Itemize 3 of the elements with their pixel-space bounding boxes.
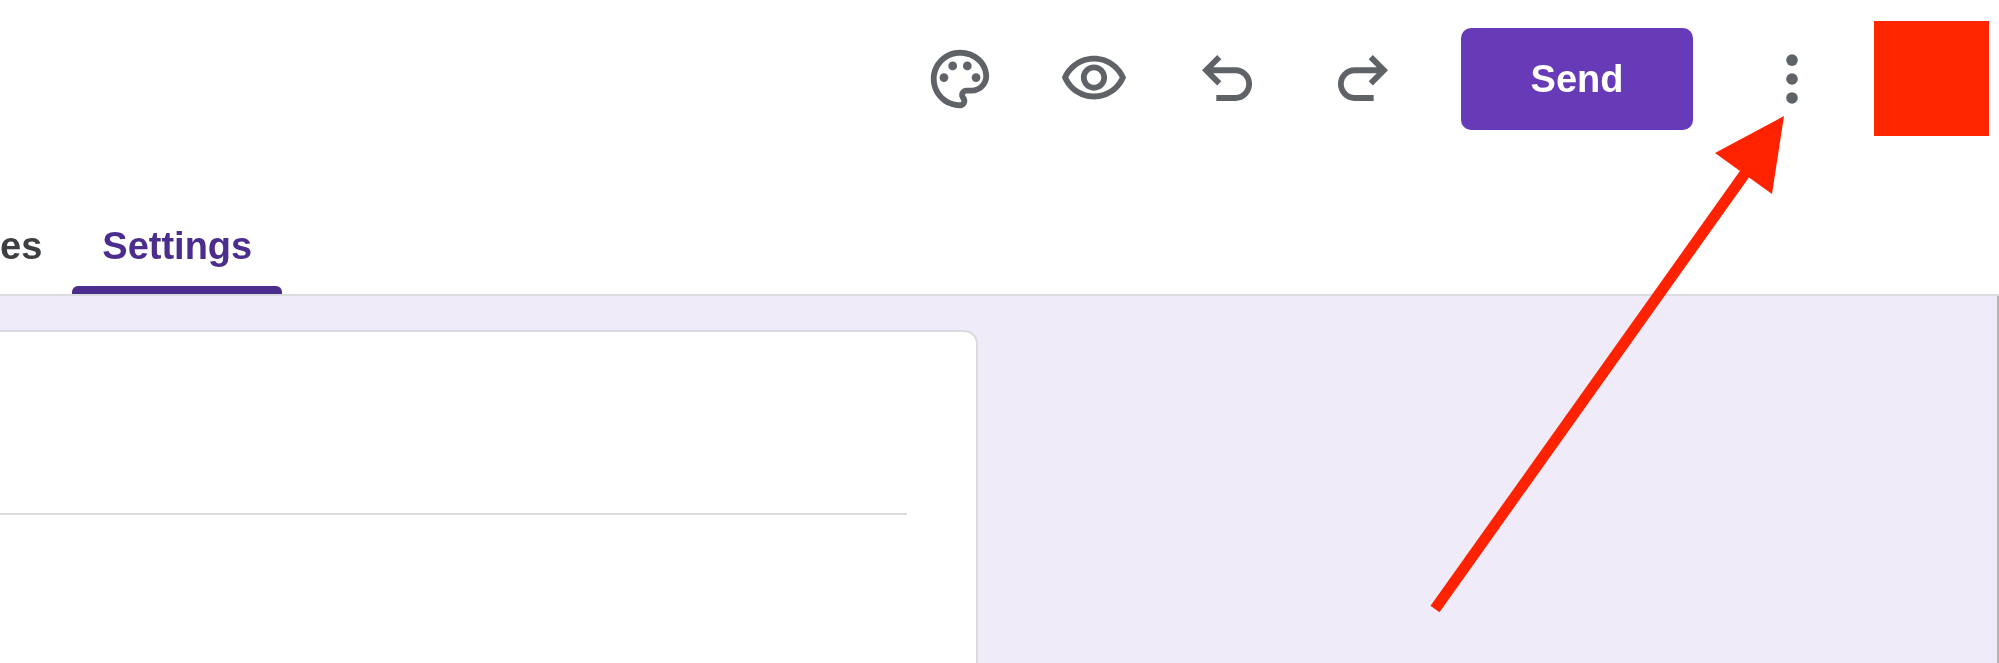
tab[interactable]: es: [0, 223, 73, 294]
tab[interactable]: Settings: [72, 223, 283, 294]
send-button[interactable]: Send: [1461, 28, 1693, 130]
